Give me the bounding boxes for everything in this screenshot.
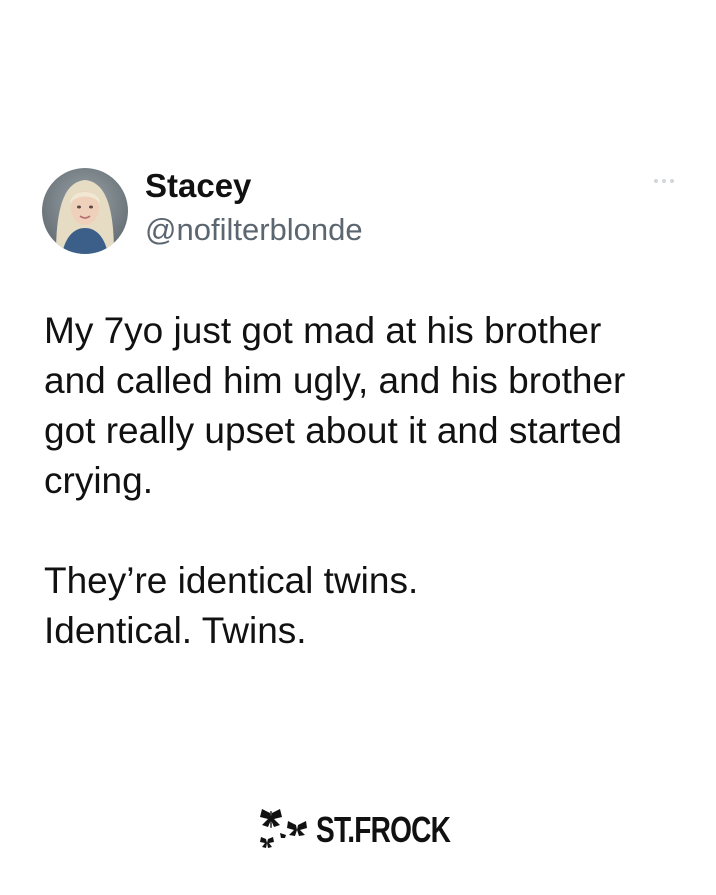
more-dot	[670, 179, 674, 183]
avatar[interactable]	[42, 168, 128, 254]
user-handle[interactable]: @nofilterblonde	[145, 210, 363, 250]
post-text: My 7yo just got mad at his brother and c…	[44, 306, 684, 656]
butterflies-icon	[260, 809, 307, 848]
profile-photo	[42, 168, 128, 254]
watermark-text: ST.FROCK	[316, 809, 451, 850]
watermark-logo: ST.FROCK	[256, 800, 488, 860]
post-paragraph: They’re identical twins. Identical. Twin…	[44, 560, 419, 651]
more-horizontal-icon[interactable]	[654, 176, 680, 186]
more-dot	[654, 179, 658, 183]
post-paragraph: My 7yo just got mad at his brother and c…	[44, 310, 626, 501]
more-dot	[662, 179, 666, 183]
display-name[interactable]: Stacey	[145, 166, 251, 206]
